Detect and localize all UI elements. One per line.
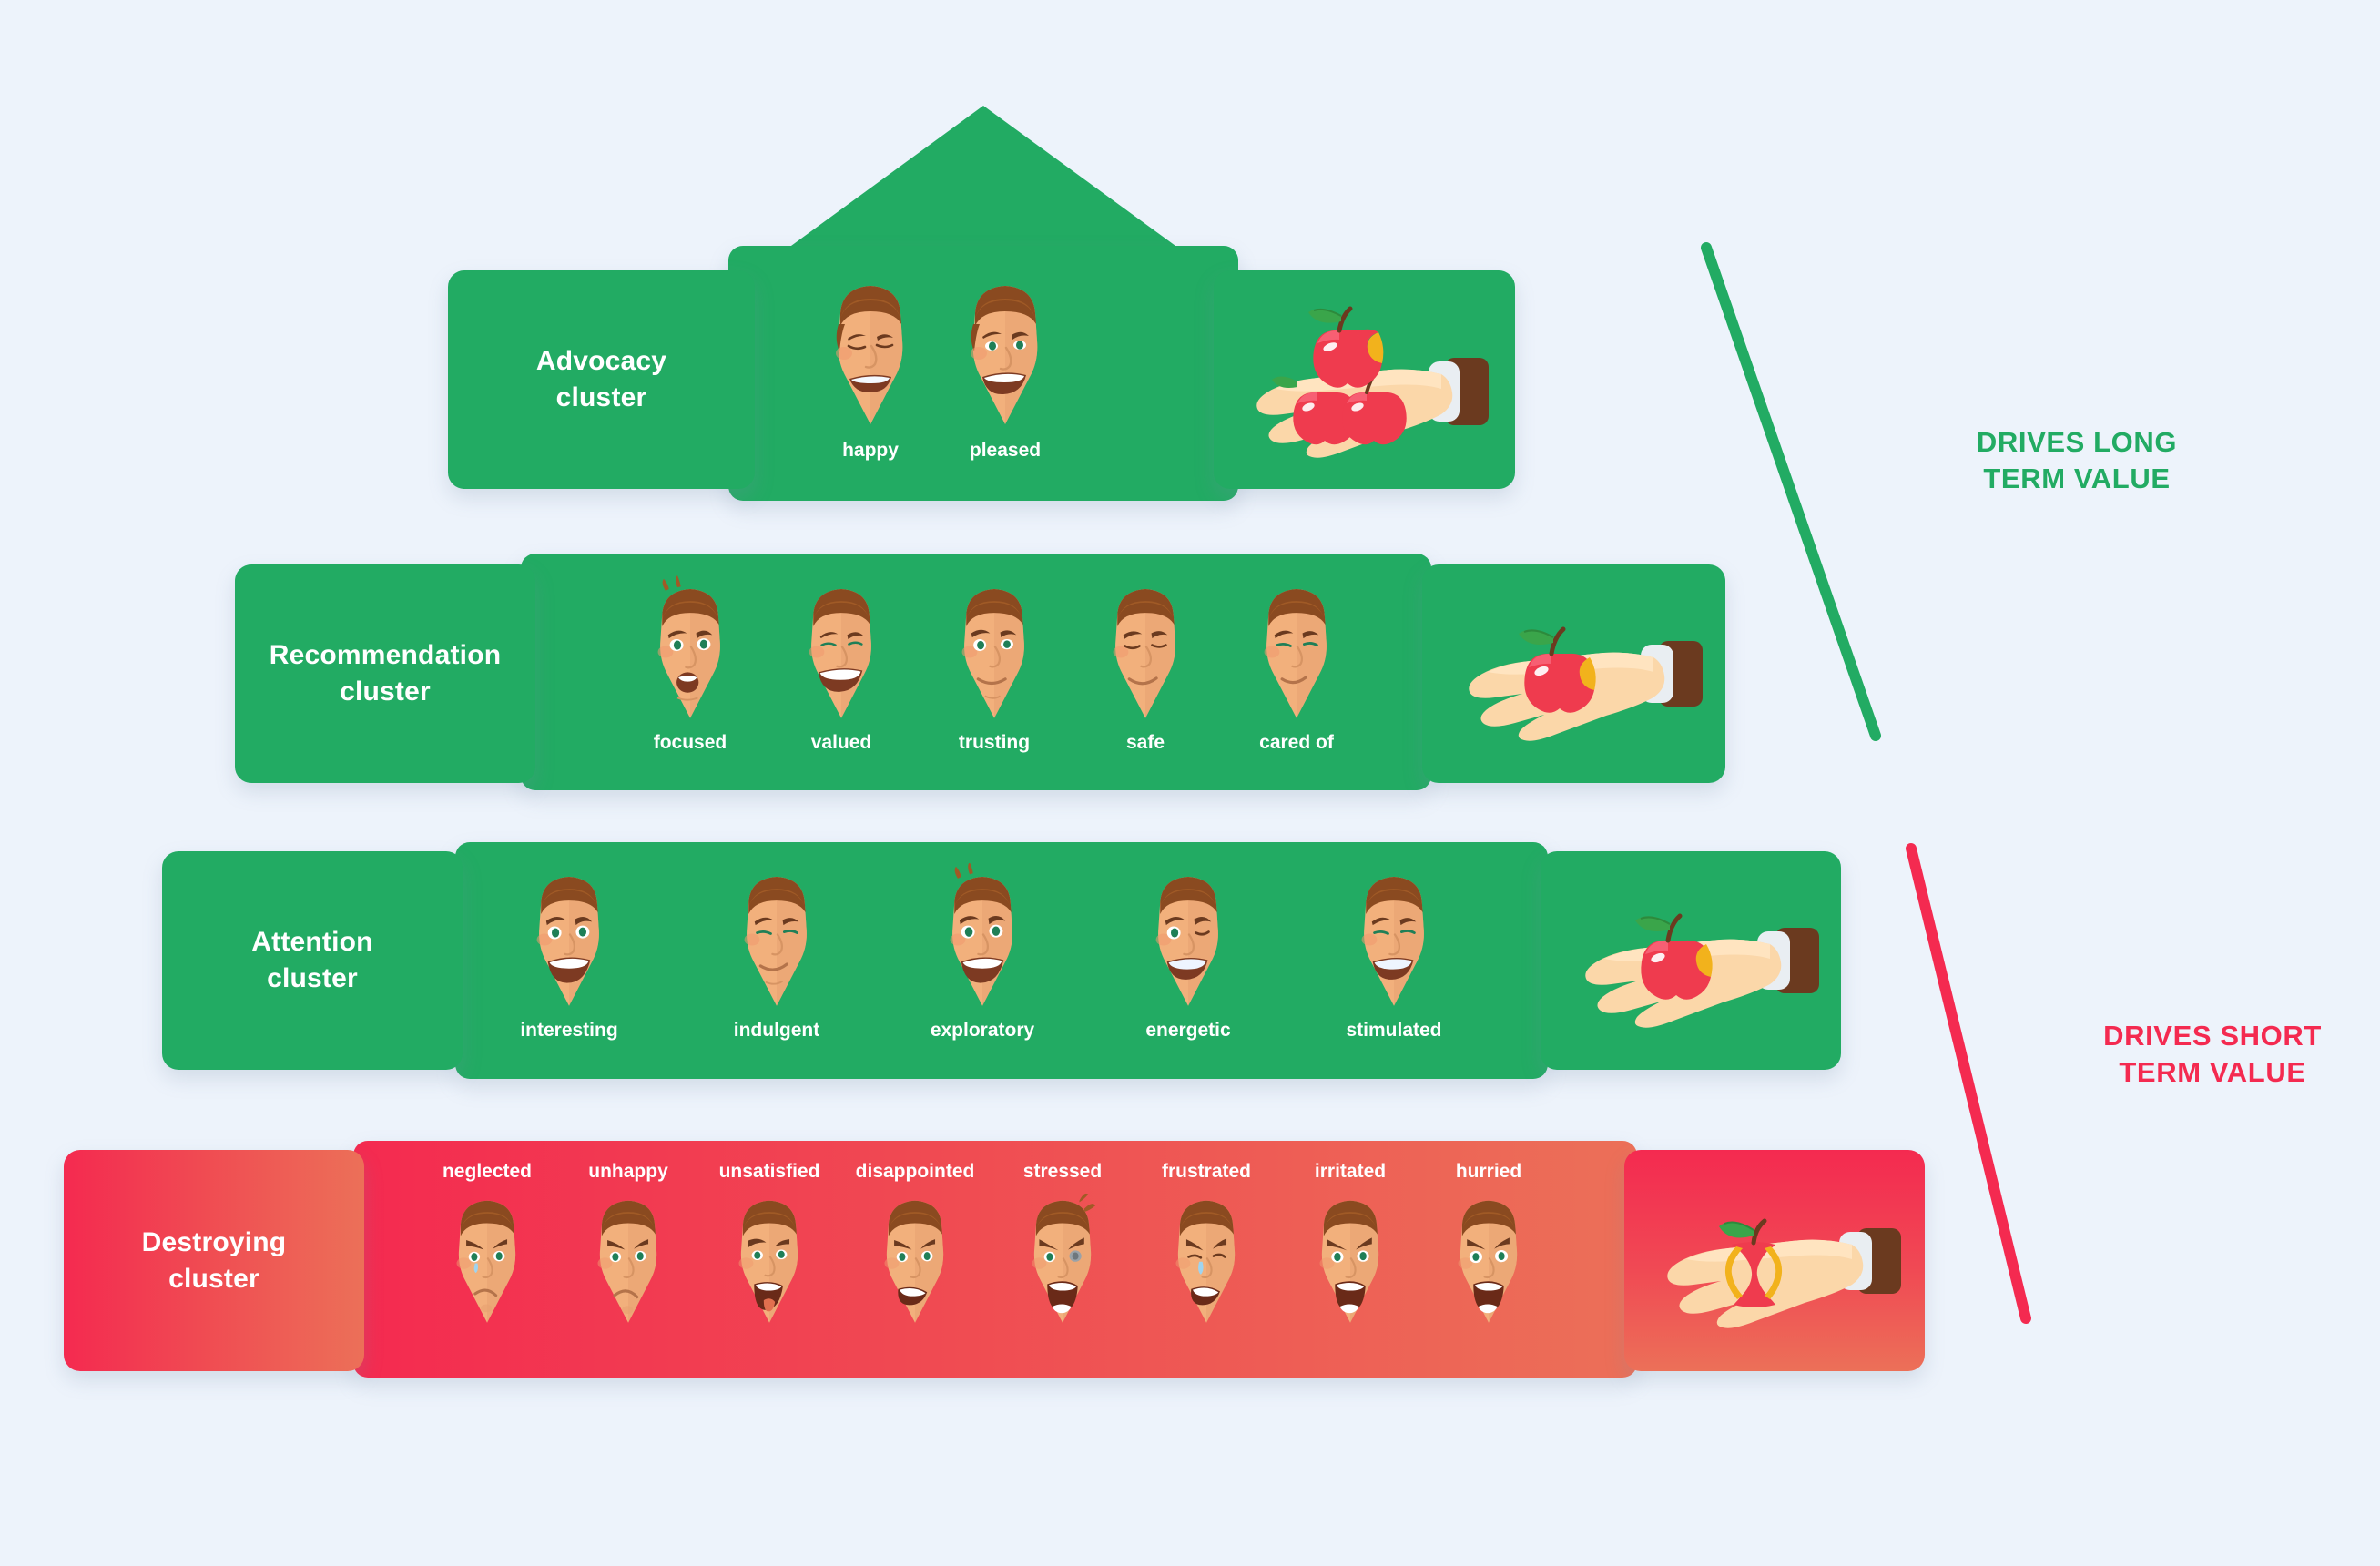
annotation-line2: TERM VALUE: [1983, 462, 2171, 494]
emotion-cell-frustrated[interactable]: frustrated: [1134, 1161, 1279, 1332]
emotion-label: disappointed: [855, 1161, 975, 1182]
emotion-label: indulgent: [733, 1020, 820, 1041]
emotion-cell-neglected[interactable]: neglected: [419, 1161, 555, 1332]
advocacy-reward-panel[interactable]: [1214, 270, 1515, 489]
face-disappointed: [884, 1200, 944, 1323]
emotion-cell-unhappy[interactable]: unhappy: [560, 1161, 697, 1332]
emotion-cell-safe[interactable]: safe: [1083, 575, 1207, 754]
advocacy-title-line2: cluster: [555, 382, 647, 412]
face-unhappy: [597, 1200, 657, 1323]
face-neglected: [456, 1200, 516, 1323]
face-stressed: [1032, 1193, 1096, 1323]
emotion-cell-irritated[interactable]: irritated: [1282, 1161, 1419, 1332]
emotion-cell-stressed[interactable]: stressed: [994, 1161, 1131, 1332]
emotion-label: stimulated: [1346, 1020, 1442, 1041]
emotion-label: exploratory: [930, 1020, 1035, 1041]
hand-holding-three-apples-icon: [1256, 306, 1489, 458]
face-safe: [1113, 589, 1175, 718]
emotion-cell-stimulated[interactable]: stimulated: [1327, 863, 1460, 1042]
annotation-drives-short-term-value: DRIVES SHORT TERM VALUE: [2058, 1018, 2367, 1090]
emotion-cell-indulgent[interactable]: indulgent: [710, 863, 843, 1042]
face-interesting: [536, 877, 599, 1006]
attention-title-line2: cluster: [267, 963, 358, 993]
emotion-label: irritated: [1314, 1161, 1387, 1182]
emotion-cell-interesting[interactable]: interesting: [503, 863, 636, 1042]
face-indulgent: [744, 877, 807, 1006]
emotion-label: unsatisfied: [718, 1161, 820, 1182]
hand-holding-whole-apple-icon: [1585, 913, 1819, 1028]
face-pleased: [951, 273, 1059, 438]
emotion-label: unhappy: [588, 1161, 668, 1182]
attention-reward-panel[interactable]: [1541, 851, 1841, 1070]
emotion-label: valued: [810, 732, 872, 753]
emotion-cell-hurried[interactable]: hurried: [1420, 1161, 1557, 1332]
emotion-cell-disappointed[interactable]: disappointed: [838, 1161, 992, 1332]
emotion-label: cared of: [1259, 732, 1334, 753]
emotion-cell-exploratory[interactable]: exploratory: [916, 863, 1049, 1042]
emotion-label: neglected: [442, 1161, 533, 1182]
infographic-canvas: Advocacy cluster happy pleased Recommend…: [0, 0, 2380, 1566]
annotation-drives-long-term-value: DRIVES LONG TERM VALUE: [1881, 424, 2273, 496]
destroying-title-line1: Destroying: [141, 1226, 287, 1257]
destroying-label-panel[interactable]: Destroying cluster: [64, 1150, 364, 1371]
destroying-reward-panel[interactable]: [1624, 1150, 1925, 1371]
hand-holding-whole-apple-icon: [1469, 626, 1703, 741]
destroying-title-line2: cluster: [168, 1263, 259, 1294]
advocacy-label-panel[interactable]: Advocacy cluster: [448, 270, 755, 489]
face-unsatisfied: [738, 1200, 798, 1323]
face-focused: [657, 575, 720, 718]
emotion-cell-happy[interactable]: happy: [807, 273, 934, 462]
face-happy: [817, 273, 924, 438]
emotion-label: trusting: [958, 732, 1031, 753]
face-irritated: [1319, 1200, 1379, 1323]
face-valued: [809, 589, 871, 718]
emotion-label: frustrated: [1161, 1161, 1252, 1182]
face-stimulated: [1361, 877, 1424, 1006]
emotion-label: energetic: [1145, 1020, 1231, 1041]
hand-holding-apple-core-icon: [1667, 1218, 1901, 1328]
emotion-label: stressed: [1022, 1161, 1103, 1182]
recommendation-label-panel[interactable]: Recommendation cluster: [235, 564, 535, 783]
attention-title-line1: Attention: [251, 927, 373, 958]
emotion-label: focused: [653, 732, 727, 753]
recommendation-title-line1: Recommendation: [269, 640, 502, 671]
annotation-line2: TERM VALUE: [2119, 1055, 2306, 1088]
recommendation-title-line2: cluster: [340, 676, 431, 707]
recommendation-reward-panel[interactable]: [1422, 564, 1725, 783]
emotion-label: safe: [1125, 732, 1165, 753]
emotion-cell-unsatisfied[interactable]: unsatisfied: [697, 1161, 842, 1332]
emotion-cell-valued[interactable]: valued: [779, 575, 903, 754]
face-cared-of: [1264, 589, 1327, 718]
emotion-cell-focused[interactable]: focused: [628, 575, 752, 754]
face-energetic: [1155, 877, 1218, 1006]
attention-label-panel[interactable]: Attention cluster: [162, 851, 463, 1070]
face-exploratory: [950, 863, 1012, 1006]
emotion-cell-energetic[interactable]: energetic: [1122, 863, 1255, 1042]
advocacy-title-line1: Advocacy: [535, 346, 667, 377]
emotion-cell-cared-of[interactable]: cared of: [1235, 575, 1358, 754]
emotion-label: pleased: [969, 440, 1042, 461]
emotion-label: hurried: [1455, 1161, 1522, 1182]
annotation-line1: DRIVES SHORT: [2103, 1020, 2322, 1052]
annotation-line1: DRIVES LONG: [1976, 426, 2178, 458]
face-trusting: [961, 589, 1024, 718]
emotion-cell-pleased[interactable]: pleased: [941, 273, 1069, 462]
emotion-cell-trusting[interactable]: trusting: [932, 575, 1056, 754]
face-frustrated: [1175, 1200, 1236, 1323]
emotion-label: interesting: [520, 1020, 618, 1041]
emotion-label: happy: [842, 440, 899, 461]
face-hurried: [1458, 1200, 1518, 1323]
